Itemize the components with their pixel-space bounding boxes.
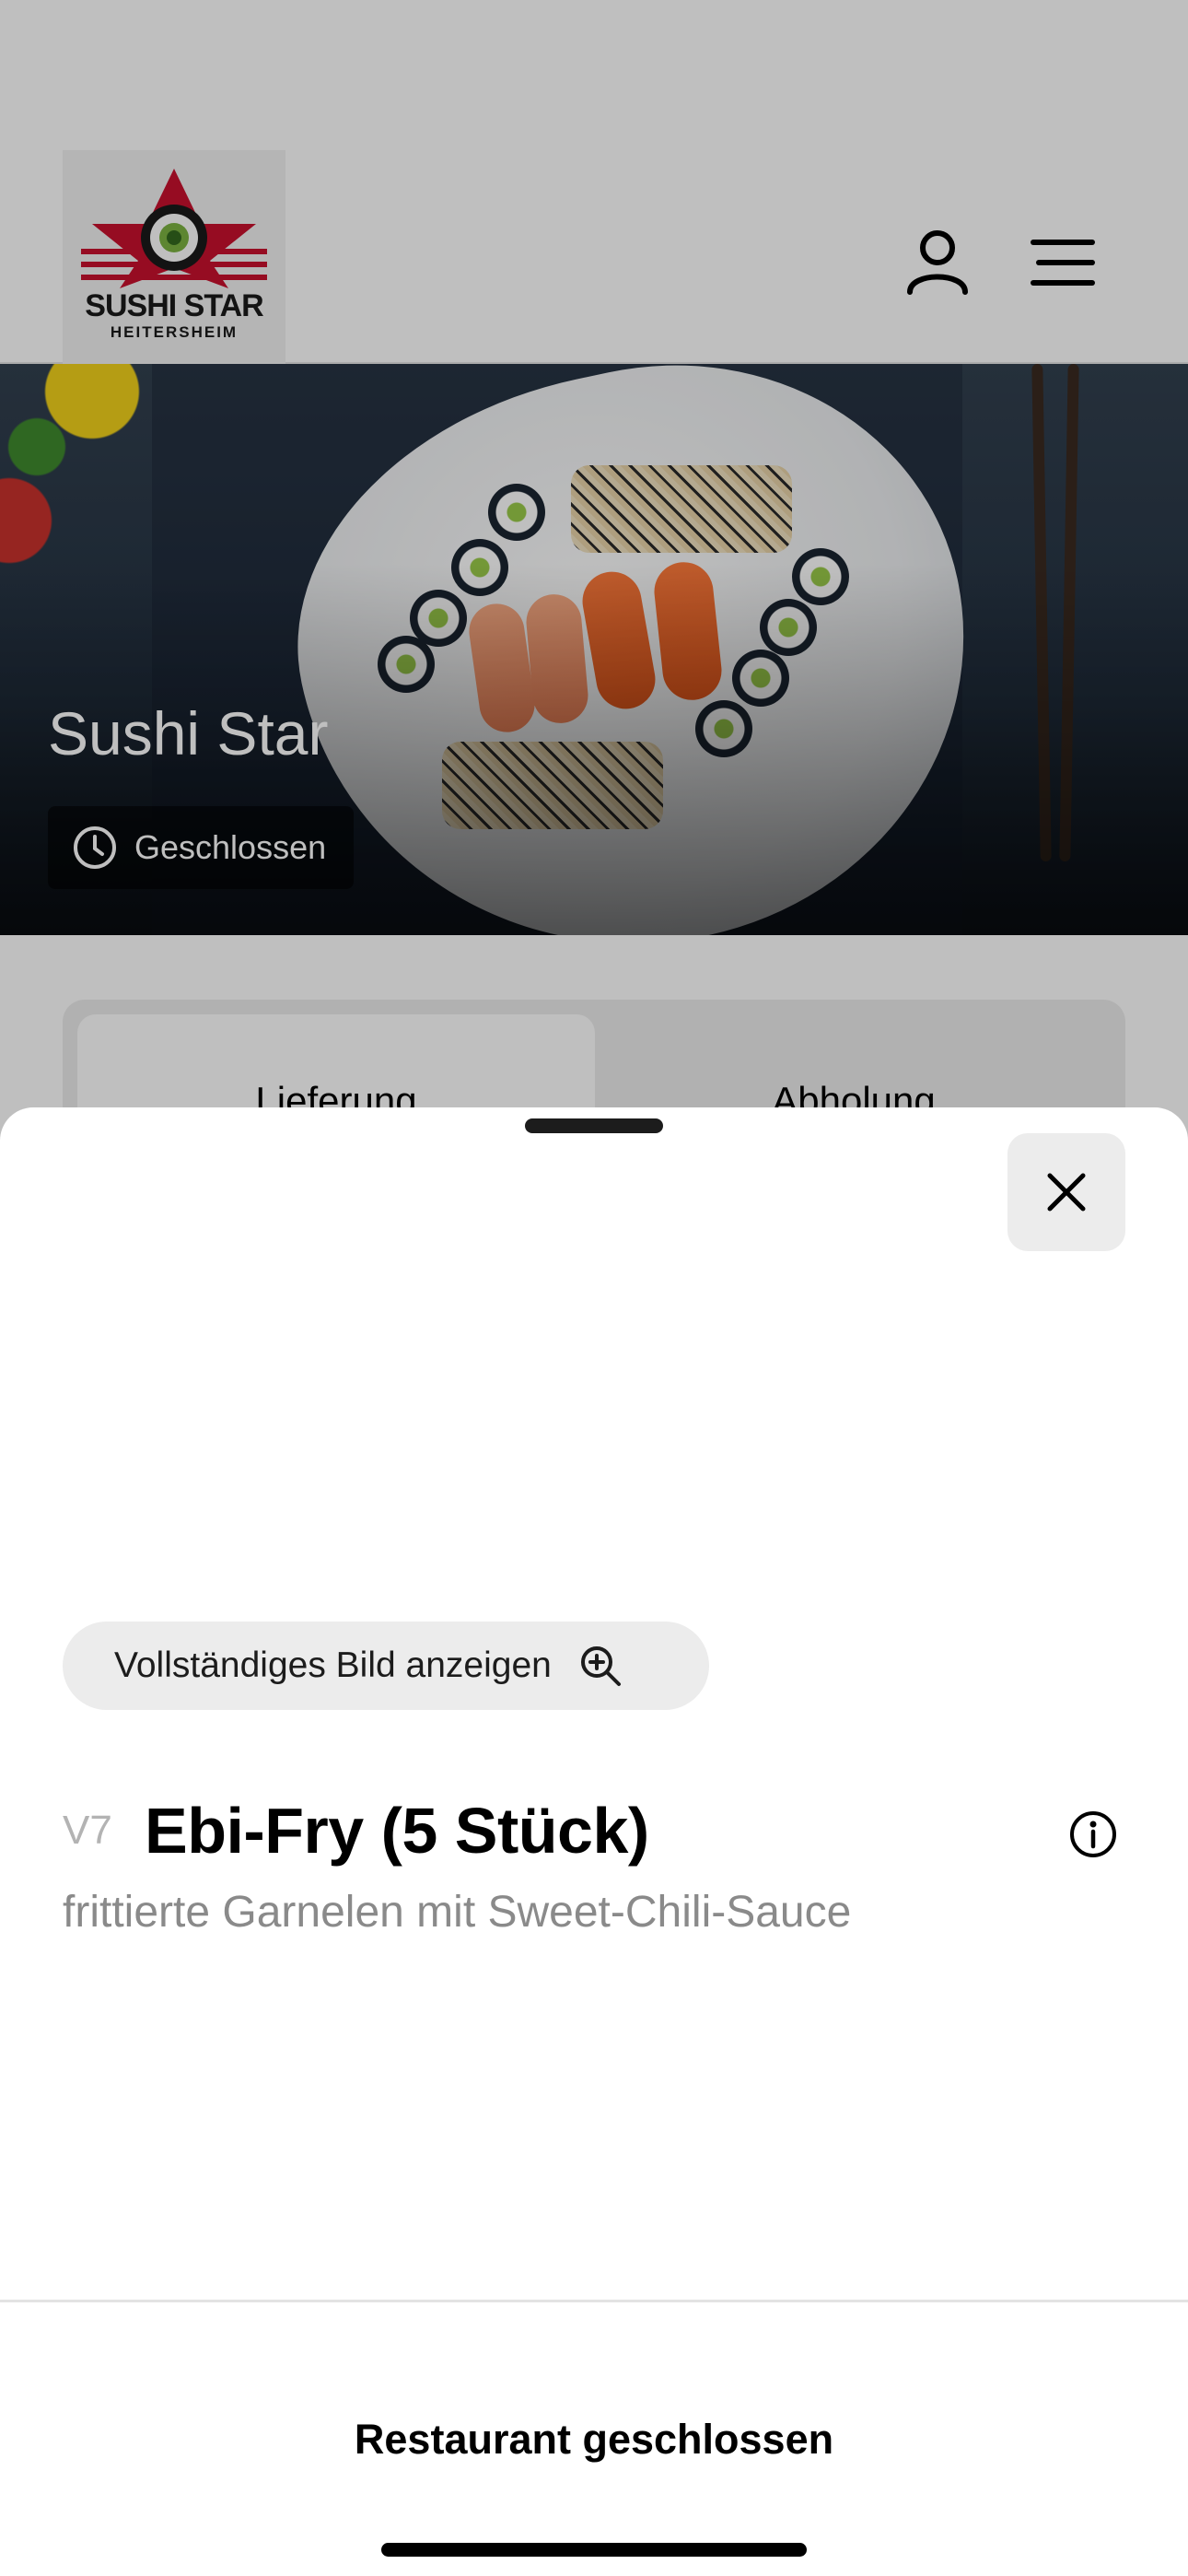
close-icon [1047,1173,1086,1212]
show-full-image-button[interactable]: Vollständiges Bild anzeigen [63,1622,709,1710]
item-code: V7 [63,1808,112,1853]
item-name: Ebi-Fry (5 Stück) [145,1795,649,1867]
show-full-image-label: Vollständiges Bild anzeigen [114,1645,552,1685]
home-indicator [381,2543,807,2557]
restaurant-closed-label: Restaurant geschlossen [354,2416,834,2463]
info-icon[interactable] [1068,1809,1118,1859]
footer-divider [0,2300,1188,2302]
close-button[interactable] [1007,1133,1125,1251]
sheet-grabber[interactable] [525,1118,663,1133]
zoom-in-icon [580,1646,621,1686]
product-detail-sheet: Vollständiges Bild anzeigen V7 Ebi-Fry (… [0,1107,1188,2576]
item-description: frittierte Garnelen mit Sweet-Chili-Sauc… [63,1888,852,1937]
